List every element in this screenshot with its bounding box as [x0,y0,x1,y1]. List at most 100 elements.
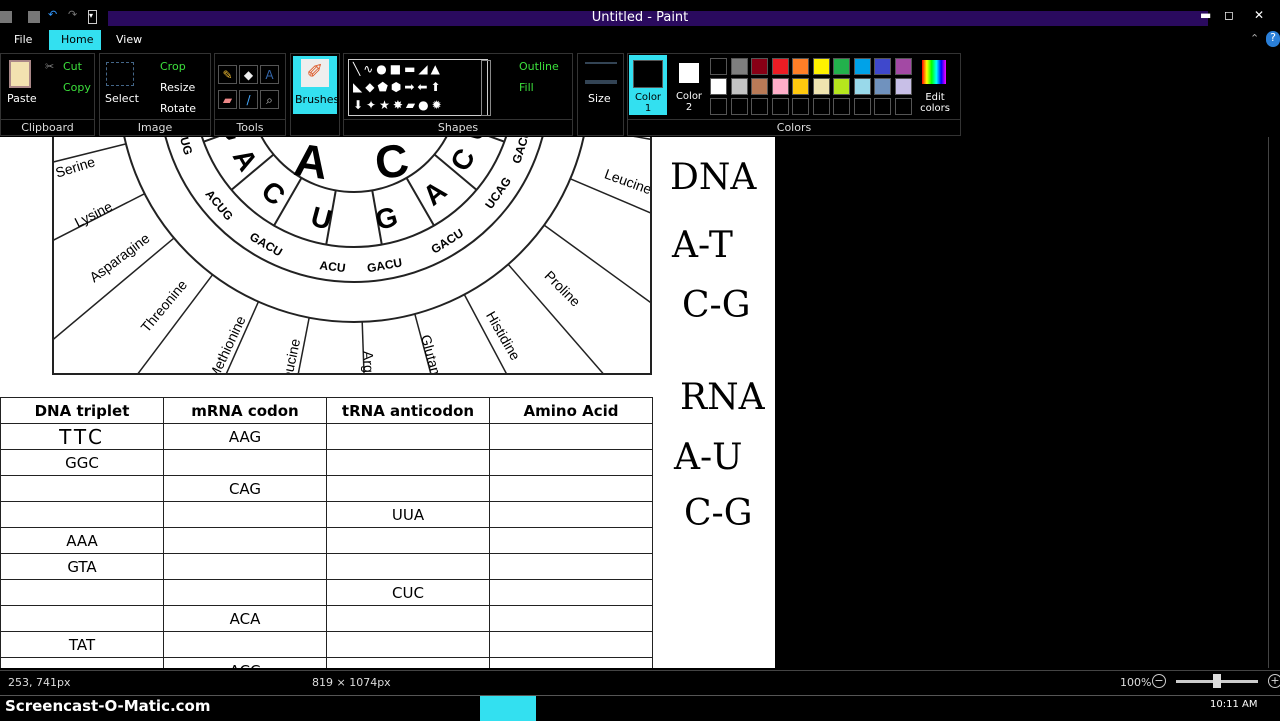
wheel-amino-acid: Arginine [360,351,378,375]
custom-swatch[interactable] [894,98,912,115]
text-tool-icon[interactable]: A [260,65,279,84]
table-cell [489,449,653,476]
fill-tool-icon[interactable]: ◆ [239,65,258,84]
palette-swatch[interactable] [751,58,768,75]
color-picker-icon[interactable]: / [239,90,258,109]
vertical-scrollbar[interactable] [1268,137,1280,668]
palette-swatch[interactable] [833,78,850,95]
table-cell [163,449,327,476]
paste-icon [9,60,31,88]
custom-swatch[interactable] [751,98,768,115]
help-icon[interactable]: ? [1266,31,1280,47]
image-label: Image [100,119,210,134]
wheel-spoke [137,274,214,373]
rotate-button[interactable]: Rotate [160,102,196,115]
size-button[interactable]: Size [588,92,611,105]
minimize-button[interactable]: ▬ [1200,8,1211,22]
shapes-gallery[interactable]: ╲∿●■▬◢▲ ◣◆⬟⬢➡⬅⬆ ⬇✦★✸▰●✹ [348,59,488,116]
resize-button[interactable]: Resize [160,81,195,94]
outline-button[interactable]: Outline [519,60,559,73]
wheel-ring-base: U [458,137,493,143]
palette-swatch[interactable] [894,58,912,75]
brushes-button[interactable]: ✐ Brushes [293,56,339,114]
palette-swatch[interactable] [874,78,891,95]
palette-swatch[interactable] [812,78,830,95]
cut-button[interactable]: Cut [63,60,82,73]
custom-swatch[interactable] [730,98,748,115]
edit-colors-button[interactable]: Edit colors [914,92,956,114]
tab-file[interactable]: File [2,30,44,50]
taskbar-paint[interactable] [480,696,536,721]
select-button[interactable]: Select [105,92,139,105]
table-row: GTA [0,553,653,580]
palette-swatch[interactable] [792,78,809,95]
table-cell [326,449,490,476]
image-group: Select Crop Resize Rotate Image [99,53,211,136]
wheel-codon: GACU [429,226,466,257]
taskbar: Screencast-O-Matic.com 10:11 AM [0,695,1280,721]
palette-swatch[interactable] [894,78,912,95]
color1-button[interactable]: Color 1 [629,55,667,115]
palette-swatch[interactable] [771,58,789,75]
custom-swatch[interactable] [710,98,727,115]
palette-swatch[interactable] [710,78,727,95]
custom-swatch[interactable] [853,98,871,115]
custom-swatch[interactable] [771,98,789,115]
palette-swatch[interactable] [853,58,871,75]
drawing-canvas[interactable]: ACGACUGACUACUGACUGGACUACUGACUGACUUCAGGAC… [0,137,775,668]
maximize-button[interactable]: ◻ [1224,8,1234,22]
tools-group: ✎ ◆ A ▰ / ⌕ Tools [214,53,286,136]
size-group[interactable]: Size [577,53,624,136]
magnifier-icon[interactable]: ⌕ [260,90,279,109]
table-cell: ACC [163,657,327,668]
color2-swatch[interactable] [679,63,699,83]
minimize-ribbon-icon[interactable]: ⌃ [1250,32,1259,45]
paste-button[interactable]: Paste [7,92,37,105]
wheel-base: A [291,137,331,189]
table-cell: AAA [0,527,164,554]
table-cell [489,605,653,632]
zoom-slider-thumb[interactable] [1213,674,1221,688]
table-row: ACC [0,657,653,668]
crop-button[interactable]: Crop [160,60,186,73]
cursor-position: 253, 741px [8,676,71,689]
custom-swatch[interactable] [833,98,850,115]
tab-home[interactable]: Home [49,30,101,50]
custom-swatch[interactable] [874,98,891,115]
custom-swatch[interactable] [792,98,809,115]
zoom-in-button[interactable]: + [1268,674,1280,688]
palette-swatch[interactable] [833,58,850,75]
table-cell [489,527,653,554]
shapes-label: Shapes [344,119,572,134]
column-header: mRNA codon [163,397,327,424]
colors-group: Color 1 Color 2 Edit colors Colors [627,53,961,136]
table-row: CAG [0,475,653,502]
palette-swatch[interactable] [771,78,789,95]
table-row: CUC [0,579,653,606]
zoom-out-button[interactable]: − [1152,674,1166,688]
palette-swatch[interactable] [751,78,768,95]
palette-swatch[interactable] [853,78,871,95]
color2-label[interactable]: Color 2 [672,91,706,113]
table-cell [0,605,164,632]
table-cell [163,527,327,554]
palette-swatch[interactable] [730,58,748,75]
wheel-amino-acid: Methionine [205,313,249,375]
palette-swatch[interactable] [812,58,830,75]
pencil-tool-icon[interactable]: ✎ [218,65,237,84]
palette-swatch[interactable] [730,78,748,95]
copy-button[interactable]: Copy [63,81,91,94]
close-button[interactable]: ✕ [1254,8,1264,22]
tab-view[interactable]: View [104,30,154,50]
shapes-scroll[interactable] [481,60,491,116]
palette-swatch[interactable] [874,58,891,75]
edit-colors-icon [922,60,946,84]
table-cell [0,475,164,502]
fill-button[interactable]: Fill [519,81,534,94]
palette-swatch[interactable] [792,58,809,75]
eraser-tool-icon[interactable]: ▰ [218,90,237,109]
palette-swatch[interactable] [710,58,727,75]
watermark: Screencast-O-Matic.com [5,697,211,715]
custom-swatch[interactable] [812,98,830,115]
wheel-amino-acid: Histidine [483,308,524,363]
